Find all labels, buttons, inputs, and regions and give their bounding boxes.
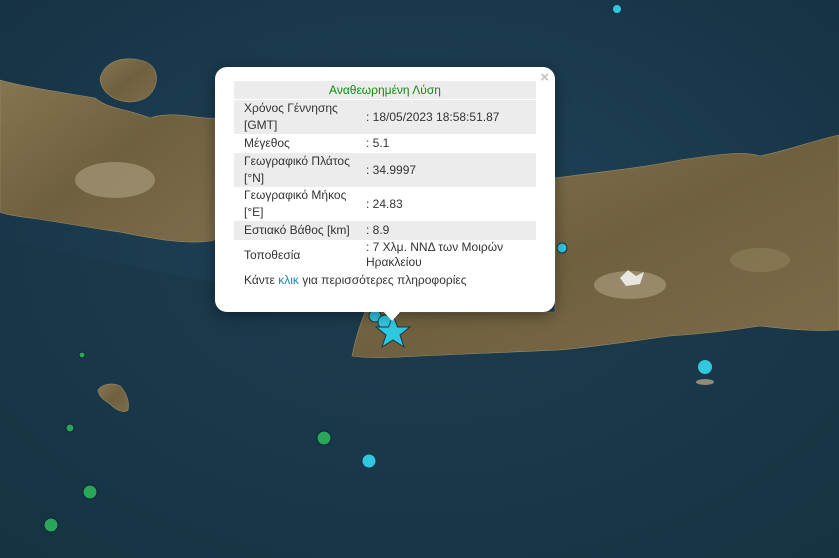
quake-marker-green[interactable]: [78, 351, 86, 359]
quake-marker-green[interactable]: [43, 517, 59, 533]
info-label: Τοποθεσία: [244, 247, 301, 262]
footer-text-after: για περισσότερες πληροφορίες: [298, 273, 467, 287]
info-value: : 7 Χλμ. ΝΝΔ των Μοιρών Ηρακλείου: [366, 240, 504, 269]
info-label: Μέγεθος: [244, 136, 290, 150]
info-row-depth: Εστιακό Βάθος [km] : 8.9: [234, 221, 536, 240]
quake-marker-green[interactable]: [82, 484, 98, 500]
more-info-link[interactable]: κλικ: [278, 273, 299, 287]
info-label: Γεωγραφικό Μήκος [°E]: [244, 188, 347, 219]
info-value: : 24.83: [366, 196, 403, 211]
quake-marker[interactable]: [361, 453, 377, 469]
info-row-longitude: Γεωγραφικό Μήκος [°E] : 24.83: [234, 187, 536, 221]
close-icon[interactable]: ×: [540, 70, 549, 86]
quake-marker[interactable]: [556, 242, 568, 254]
info-value: : 5.1: [366, 136, 390, 150]
islet: [696, 379, 714, 385]
earthquake-popup: × Αναθεωρημένη Λύση Χρόνος Γέννησης [GMT…: [215, 67, 555, 321]
info-value: : 8.9: [366, 223, 390, 237]
popup-title: Αναθεωρημένη Λύση: [234, 81, 536, 99]
quake-marker[interactable]: [697, 359, 713, 375]
quake-marker-green[interactable]: [316, 430, 332, 446]
popup-content: Αναθεωρημένη Λύση Χρόνος Γέννησης [GMT] …: [234, 81, 536, 290]
info-row-location: Τοποθεσία : 7 Χλμ. ΝΝΔ των Μοιρών Ηρακλε…: [234, 240, 536, 270]
white-mountains: [75, 162, 155, 198]
info-value: : 34.9997: [366, 162, 417, 177]
info-row-latitude: Γεωγραφικό Πλάτος [°N] : 34.9997: [234, 153, 536, 187]
info-row-origin-time: Χρόνος Γέννησης [GMT] : 18/05/2023 18:58…: [234, 100, 536, 134]
info-label: Γεωγραφικό Πλάτος [°N]: [244, 154, 350, 185]
info-label: Χρόνος Γέννησης [GMT]: [244, 101, 338, 132]
popup-footer: Κάντε κλικ για περισσότερες πληροφορίες: [234, 270, 536, 290]
quake-marker-green[interactable]: [65, 423, 75, 433]
info-label: Εστιακό Βάθος [km]: [244, 223, 350, 237]
lasithi-range: [730, 248, 790, 272]
quake-marker[interactable]: [612, 4, 622, 14]
footer-text-before: Κάντε: [244, 273, 279, 287]
info-value: : 18/05/2023 18:58:51.87: [366, 109, 500, 124]
info-row-magnitude: Μέγεθος : 5.1: [234, 134, 536, 153]
